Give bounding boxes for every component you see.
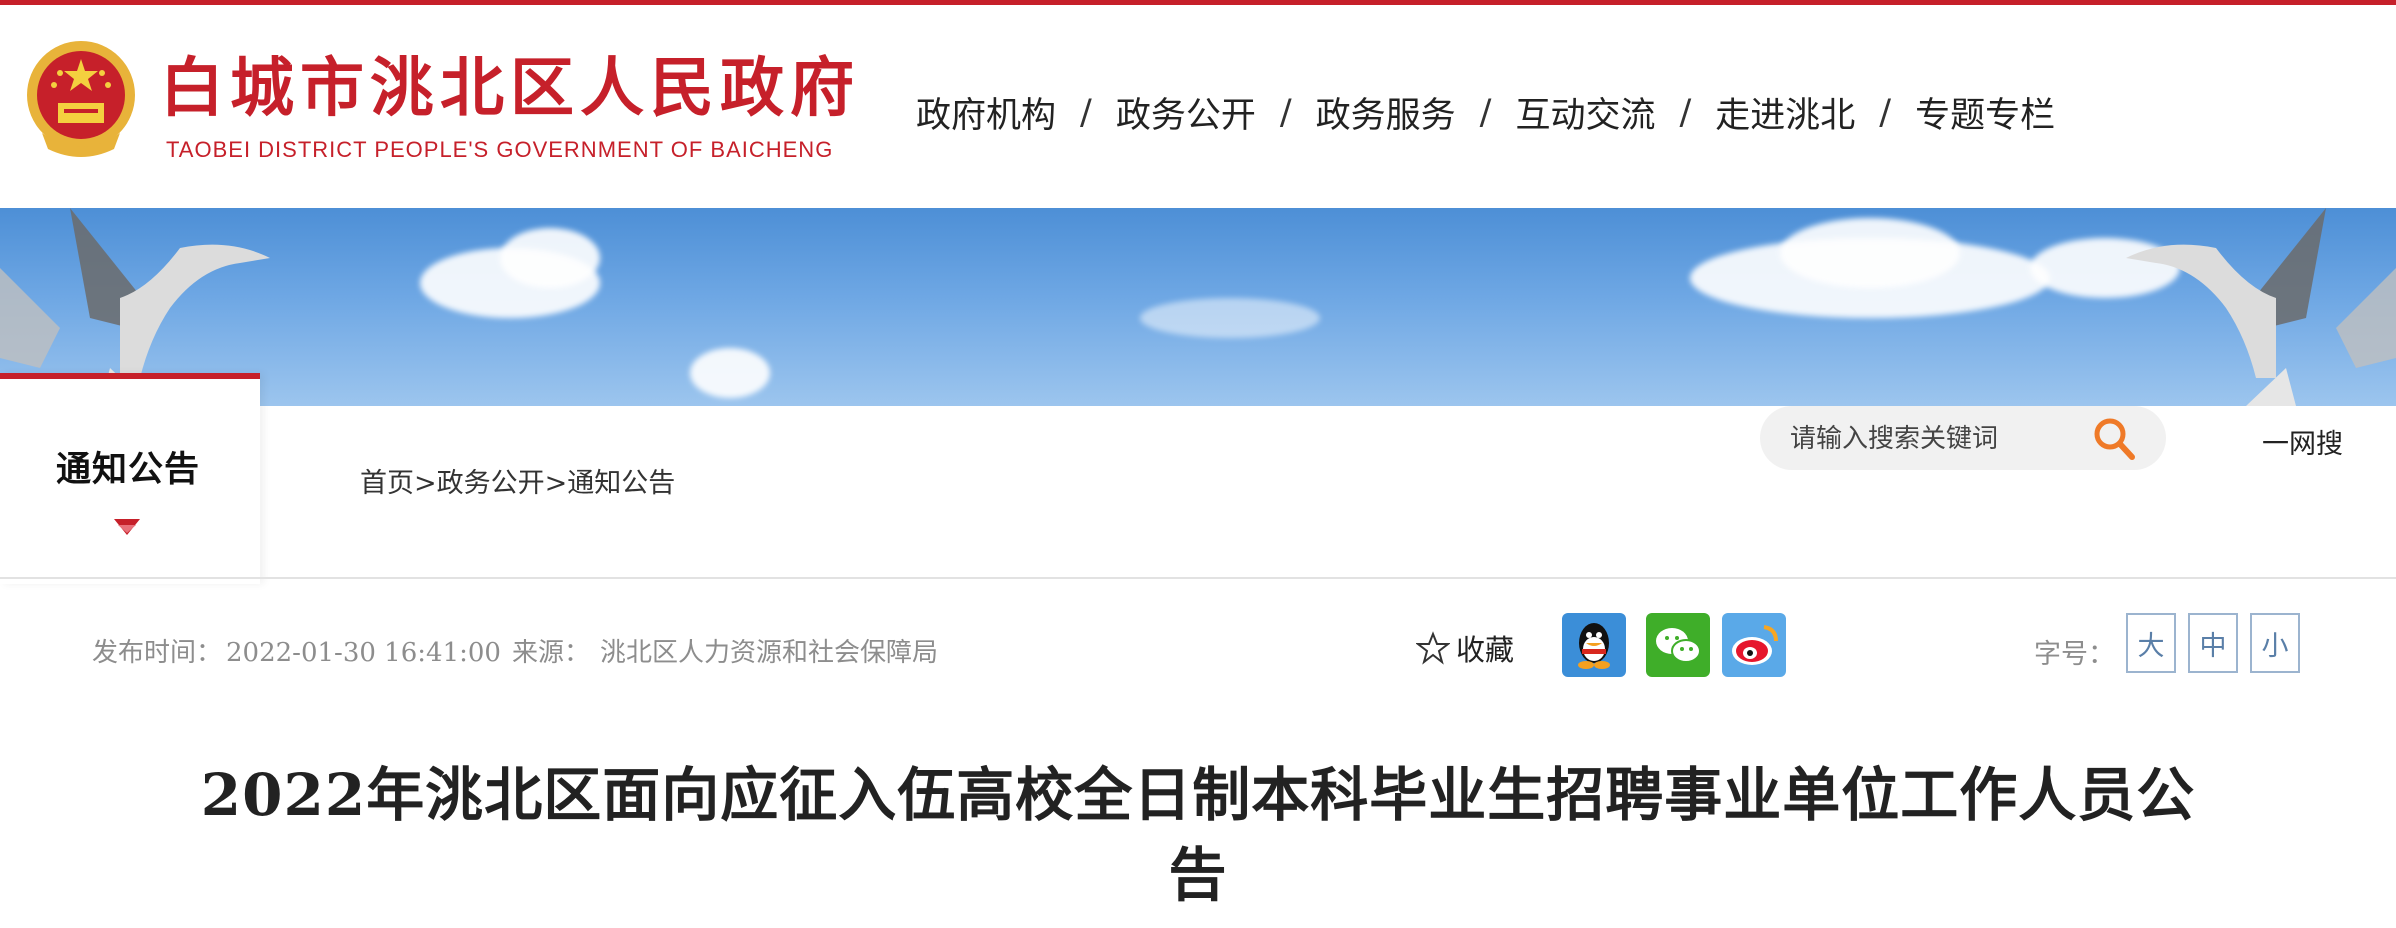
- site-title[interactable]: 白城市洮北区人民政府: [160, 57, 860, 121]
- publish-info: 发布时间： 2022-01-30 16:41:00: [92, 632, 501, 669]
- favorite-label: 收藏: [1456, 633, 1515, 667]
- source-info: 来源： 洮北区人力资源和社会保障局: [512, 632, 938, 669]
- font-size-label: 字号：: [2034, 639, 2115, 670]
- cloud-decoration: [1780, 218, 1960, 288]
- font-size-small-button[interactable]: 小: [2250, 613, 2300, 673]
- nav-item-services[interactable]: 政务服务: [1316, 87, 1456, 138]
- column-tab: 通知公告: [0, 373, 260, 584]
- source-label: 来源：: [512, 638, 591, 668]
- font-size-large-button[interactable]: 大: [2126, 613, 2176, 673]
- nav-item-about-taobei[interactable]: 走进洮北: [1715, 87, 1855, 138]
- nav-item-interaction[interactable]: 互动交流: [1515, 87, 1655, 138]
- nav-item-institutions[interactable]: 政府机构: [916, 87, 1056, 138]
- site-subtitle: TAOBEI DISTRICT PEOPLE'S GOVERNMENT OF B…: [166, 137, 834, 162]
- source-value: 洮北区人力资源和社会保障局: [600, 638, 939, 668]
- nav-separator: /: [1479, 92, 1492, 133]
- font-size-medium-button[interactable]: 中: [2188, 613, 2238, 673]
- star-icon: [1416, 631, 1450, 665]
- qq-icon[interactable]: [1562, 613, 1626, 677]
- search-input[interactable]: [1788, 416, 2092, 462]
- national-emblem-icon[interactable]: [22, 37, 140, 165]
- favorite-button[interactable]: 收藏: [1416, 627, 1514, 669]
- yiwang-search-link[interactable]: 一网搜: [2262, 422, 2343, 461]
- cloud-decoration: [1140, 298, 1320, 338]
- breadcrumb-separator: >: [544, 468, 568, 499]
- nav-separator: /: [1080, 92, 1092, 133]
- wechat-icon[interactable]: [1646, 613, 1710, 677]
- cloud-decoration: [500, 228, 600, 288]
- sky-banner: [0, 208, 2396, 406]
- breadcrumb-home[interactable]: 首页: [360, 468, 414, 499]
- search-box: [1760, 406, 2166, 470]
- article-title: 2022年洮北区面向应征入伍高校全日制本科毕业生招聘事业单位工作人员公告: [200, 761, 2196, 909]
- chevron-down-icon: [114, 519, 140, 535]
- breadcrumb-separator: >: [414, 468, 437, 499]
- breadcrumb-disclosure[interactable]: 政务公开: [437, 468, 545, 499]
- main-nav: 政府机构 / 政务公开 / 政务服务 / 互动交流 / 走进洮北 / 专题专栏: [916, 87, 2055, 138]
- breadcrumb: 首页>政务公开>通知公告: [360, 461, 675, 500]
- nav-separator: /: [1879, 92, 1892, 133]
- search-icon[interactable]: [2086, 412, 2142, 464]
- crane-right-icon: [2126, 208, 2396, 406]
- weibo-icon[interactable]: [1722, 613, 1786, 677]
- header-divider: [0, 577, 2396, 579]
- nav-item-special-topics[interactable]: 专题专栏: [1915, 87, 2055, 138]
- site-header: 白城市洮北区人民政府 TAOBEI DISTRICT PEOPLE'S GOVE…: [0, 5, 2396, 208]
- nav-separator: /: [1679, 92, 1692, 133]
- publish-label: 发布时间：: [92, 638, 223, 668]
- cloud-decoration: [690, 348, 770, 398]
- breadcrumb-notices[interactable]: 通知公告: [567, 468, 675, 499]
- column-title[interactable]: 通知公告: [56, 441, 200, 492]
- nav-item-disclosure[interactable]: 政务公开: [1116, 87, 1256, 138]
- nav-separator: /: [1279, 92, 1292, 133]
- publish-time: 2022-01-30 16:41:00: [226, 638, 501, 668]
